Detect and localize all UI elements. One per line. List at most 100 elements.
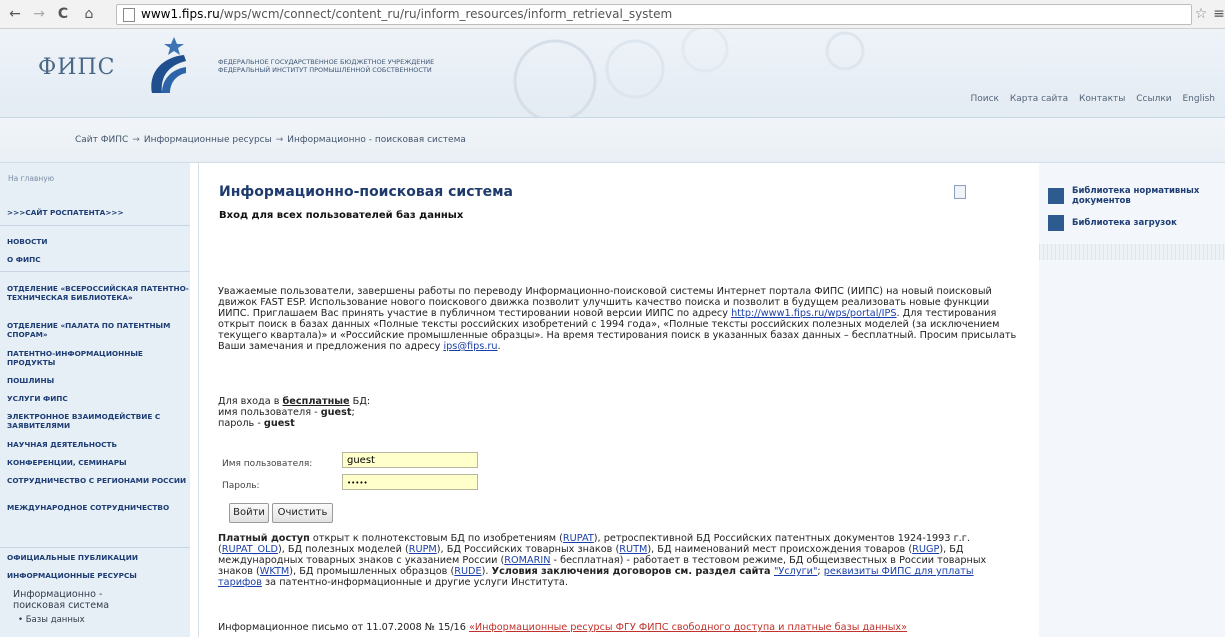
nav-item-regions[interactable]: СОТРУДНИЧЕСТВО С РЕГИОНАМИ РОССИИ (7, 476, 189, 485)
nav-sub-item-current[interactable]: Информационно - поисковая система (13, 589, 133, 611)
library-book-icon (1048, 188, 1064, 204)
nav-item-publications[interactable]: ОФИЦИАЛЬНЫЕ ПУБЛИКАЦИИ (7, 553, 189, 562)
top-link-english[interactable]: English (1183, 94, 1216, 104)
breadcrumb-arrow-icon: → (275, 135, 284, 145)
breadcrumb: Сайт ФИПС → Информационные ресурсы → Информа… (75, 135, 466, 145)
downloads-library-link[interactable]: Библиотека загрузок (1072, 218, 1177, 228)
breadcrumb-item-site[interactable]: Сайт ФИПС (75, 135, 128, 145)
info-letter: Информационное письмо от 11.07.2008 № 15… (218, 622, 1018, 633)
breadcrumb-item-resources[interactable]: Информационные ресурсы (144, 135, 272, 145)
pass-value: guest (263, 418, 295, 429)
page-icon (123, 8, 135, 22)
decorative-strip (1039, 244, 1225, 260)
paid-access-paragraph: Платный доступ открыт к полнотекстовым Б… (218, 533, 1018, 588)
rugp-link[interactable]: RUGP (912, 544, 939, 555)
paid-text: ), БД наименований мест происхождения то… (647, 544, 913, 555)
username-input[interactable]: guest (342, 452, 478, 468)
user-prefix: имя пользователя - (218, 407, 321, 418)
breadcrumb-arrow-icon: → (132, 135, 140, 145)
letter-text: Информационное письмо от 11.07.2008 № 15… (218, 622, 469, 633)
free-credentials: Для входа в бесплатные БД: имя пользоват… (218, 396, 370, 429)
nav-sub-item-databases[interactable]: • Базы данных (18, 615, 85, 626)
rupm-link[interactable]: RUPM (409, 544, 437, 555)
home-link[interactable]: На главную (8, 174, 54, 183)
intro-paragraph: Уважаемые пользователи, завершены работы… (218, 286, 1018, 352)
top-link-contacts[interactable]: Контакты (1079, 94, 1125, 104)
bookmark-star-icon[interactable]: ☆ (1192, 5, 1210, 23)
paid-text: за патентно-информационные и другие услу… (261, 577, 568, 588)
free-word: бесплатные (282, 396, 350, 407)
paid-text: ). (481, 566, 492, 577)
browser-toolbar: ← → C ⌂ www1.fips.ru/wps/wcm/connect/con… (0, 0, 1225, 29)
username-label: Имя пользователя: (222, 459, 313, 469)
nav-item-international[interactable]: МЕЖДУНАРОДНОЕ СОТРУДНИЧЕСТВО (7, 503, 189, 512)
breadcrumb-bar: Сайт ФИПС → Информационные ресурсы → Информа… (0, 118, 1225, 163)
nav-item-library[interactable]: ОТДЕЛЕНИЕ «ВСЕРОССИЙСКАЯ ПАТЕНТНО-ТЕХНИЧ… (7, 284, 189, 302)
breadcrumb-item-current: Информационно - поисковая система (287, 135, 466, 145)
nav-item-about[interactable]: О ФИПС (7, 255, 189, 264)
right-sidebar (1039, 163, 1225, 637)
nav-item-patent-chamber[interactable]: ОТДЕЛЕНИЕ «ПАЛАТА ПО ПАТЕНТНЫМ СПОРАМ» (7, 321, 189, 339)
nav-item-e-interaction[interactable]: ЭЛЕКТРОННОЕ ВЗАИМОДЕЙСТВИЕ С ЗАЯВИТЕЛЯМИ (7, 412, 189, 430)
free-line: Для входа в бесплатные БД: (218, 396, 370, 407)
top-links: Поиск Карта сайта Контакты Ссылки Englis… (962, 94, 1215, 104)
user-suffix: ; (351, 407, 355, 418)
email-link[interactable]: ips@fips.ru (443, 341, 497, 352)
free-suffix: БД: (349, 396, 371, 407)
intro-end: . (497, 341, 501, 352)
nav-item-info-resources[interactable]: ИНФОРМАЦИОННЫЕ РЕСУРСЫ (7, 571, 189, 580)
page-title: Информационно-поисковая система (219, 184, 513, 200)
org-line-2: ФЕДЕРАЛЬНЫЙ ИНСТИТУТ ПРОМЫШЛЕННОЙ СОБСТВ… (218, 66, 432, 74)
services-link[interactable]: "Услуги" (774, 566, 817, 577)
print-icon[interactable] (954, 185, 966, 199)
letter-link[interactable]: «Информационные ресурсы ФГУ ФИПС свободн… (469, 622, 907, 633)
nav-divider (0, 225, 190, 226)
top-link-sitemap[interactable]: Карта сайта (1010, 94, 1068, 104)
nav-item-info-products[interactable]: ПАТЕНТНО-ИНФОРМАЦИОННЫЕ ПРОДУКТЫ (7, 349, 189, 367)
rupat-link[interactable]: RUPAT (563, 533, 594, 544)
user-value: guest (320, 407, 352, 418)
wktm-link[interactable]: WKTM (260, 566, 289, 577)
nav-item-science[interactable]: НАУЧНАЯ ДЕЯТЕЛЬНОСТЬ (7, 440, 189, 449)
url-host: www1.fips.ru (141, 7, 220, 21)
top-link-links[interactable]: Ссылки (1136, 94, 1171, 104)
normative-library-link[interactable]: Библиотека нормативных документов (1072, 186, 1222, 206)
rupat-old-link[interactable]: RUPAT_OLD (222, 544, 278, 555)
paid-text: ), БД Российских товарных знаков ( (436, 544, 620, 555)
org-name: ФЕДЕРАЛЬНОЕ ГОСУДАРСТВЕННОЕ БЮДЖЕТНОЕ УЧ… (218, 58, 434, 74)
forward-icon[interactable]: → (30, 5, 48, 23)
nav-item-fees[interactable]: ПОШЛИНЫ (7, 376, 189, 385)
nav-item-rospatent[interactable]: >>>САЙТ РОСПАТЕНТА>>> (7, 208, 189, 217)
nav-item-news[interactable]: НОВОСТИ (7, 237, 189, 246)
paid-text: открыт к полнотекстовым БД по изобретени… (309, 533, 563, 544)
ips-link[interactable]: http://www1.fips.ru/wps/portal/IPS (731, 308, 896, 319)
clear-button[interactable]: Очистить (272, 503, 333, 523)
password-input[interactable]: ••••• (342, 474, 478, 490)
pass-prefix: пароль - (218, 418, 264, 429)
login-button[interactable]: Войти (229, 503, 269, 523)
org-line-1: ФЕДЕРАЛЬНОЕ ГОСУДАРСТВЕННОЕ БЮДЖЕТНОЕ УЧ… (218, 58, 435, 66)
section-subtitle: Вход для всех пользователей баз данных (219, 210, 464, 221)
home-icon[interactable]: ⌂ (80, 5, 98, 23)
left-sidebar: На главную >>>САЙТ РОСПАТЕНТА>>> НОВОСТИ… (0, 163, 190, 637)
back-icon[interactable]: ← (6, 5, 24, 23)
chrome-menu-icon[interactable]: ≡ (1210, 5, 1225, 23)
download-disk-icon (1048, 215, 1064, 231)
address-bar[interactable]: www1.fips.ru/wps/wcm/connect/content_ru/… (116, 4, 1192, 25)
nav-item-conferences[interactable]: КОНФЕРЕНЦИИ, СЕМИНАРЫ (7, 458, 189, 467)
free-prefix: Для входа в (218, 396, 283, 407)
top-link-search[interactable]: Поиск (970, 94, 999, 104)
nav-item-services[interactable]: УСЛУГИ ФИПС (7, 394, 189, 403)
site-logo[interactable]: ФИПС (38, 55, 115, 80)
pass-line: пароль - guest (218, 418, 370, 429)
paid-text: ), БД промышленных образцов ( (289, 566, 455, 577)
rutm-link[interactable]: RUTM (619, 544, 647, 555)
paid-text: ), БД полезных моделей ( (277, 544, 409, 555)
rude-link[interactable]: RUDE (454, 566, 481, 577)
reload-icon[interactable]: C (54, 5, 72, 23)
site-header: ФИПС ФЕДЕРАЛЬНОЕ ГОСУДАРСТВЕННОЕ БЮДЖЕТН… (0, 29, 1225, 118)
nav-divider (0, 271, 190, 272)
romarin-link[interactable]: ROMARIN (504, 555, 550, 566)
paid-lead: Платный доступ (218, 533, 310, 544)
paid-conditions: Условия заключения договоров см. раздел … (491, 566, 774, 577)
